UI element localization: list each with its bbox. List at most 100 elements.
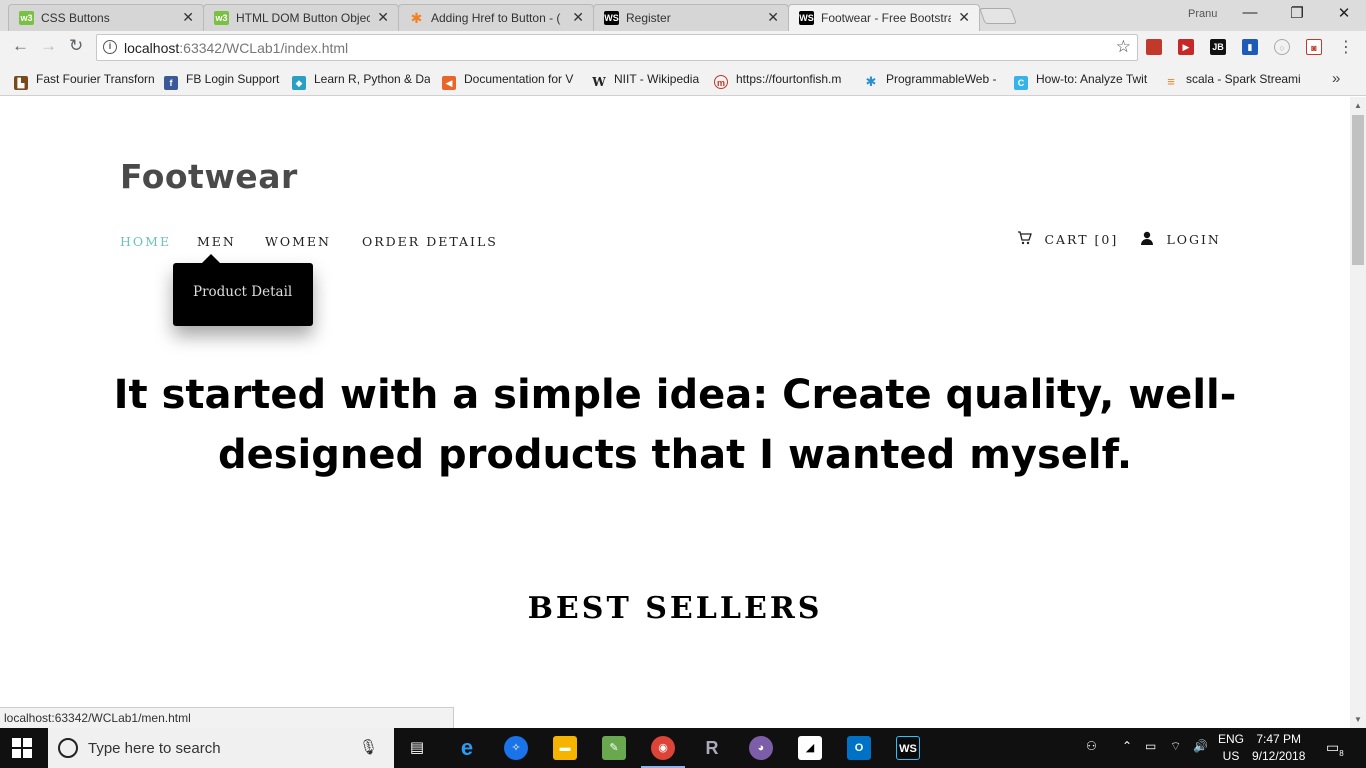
page-viewport: Footwear HOME MEN WOMEN ORDER DETAILS CA… <box>0 97 1350 728</box>
bookmark-item[interactable]: ✱ ProgrammableWeb - <box>864 72 1004 89</box>
url-host: localhost <box>124 40 180 56</box>
site-logo[interactable]: Footwear <box>120 157 298 196</box>
tab-adding-href[interactable]: ✱ Adding Href to Button - ( ✕ <box>398 4 594 31</box>
nav-women[interactable]: WOMEN <box>265 234 331 249</box>
extension-bookmark-icon[interactable] <box>1146 39 1162 55</box>
restore-icon[interactable]: ❐ <box>1277 4 1317 22</box>
bookmark-item[interactable]: m https://fourtonfish.m <box>714 72 854 89</box>
browser-tab-strip: w3 CSS Buttons ✕ w3 HTML DOM Button Obje… <box>0 0 1366 32</box>
nav-cart[interactable]: CART [0] <box>1017 231 1118 248</box>
task-view-icon[interactable]: ▤ <box>405 736 429 760</box>
webstorm-icon[interactable]: WS <box>896 736 920 760</box>
page-scrollbar[interactable]: ▲ ▼ <box>1350 97 1366 728</box>
close-icon[interactable]: ✕ <box>767 9 779 26</box>
bookmarks-bar: ▙ Fast Fourier Transforn f FB Login Suppor… <box>0 64 1366 96</box>
tab-title: CSS Buttons <box>41 11 110 25</box>
bookmark-item[interactable]: ▙ Fast Fourier Transforn <box>14 72 154 90</box>
forward-icon[interactable]: → <box>40 36 57 56</box>
extension-pocket-icon[interactable]: ◙ <box>1306 39 1322 55</box>
nav-home[interactable]: HOME <box>120 234 171 249</box>
github-icon[interactable]: ◕ <box>749 736 773 760</box>
profile-name[interactable]: Pranu <box>1188 8 1217 20</box>
outlook-icon[interactable]: O <box>847 736 871 760</box>
login-label: LOGIN <box>1166 232 1221 247</box>
stackoverflow-icon: ≡ <box>1167 74 1175 89</box>
close-icon[interactable]: ✕ <box>182 9 194 26</box>
link-status-bar: localhost:63342/WCLab1/men.html <box>0 707 454 728</box>
windows-taskbar: Type here to search 🎙 ▤ e ✧ ▬ ✎ ◉ R ◕ ◢ … <box>0 728 1366 768</box>
scroll-down-icon[interactable]: ▼ <box>1354 715 1362 724</box>
wifi-icon[interactable]: ⌔ <box>1170 739 1181 754</box>
file-explorer-icon[interactable]: ▬ <box>553 736 577 760</box>
r-icon[interactable]: R <box>700 736 724 760</box>
people-icon[interactable]: ⚇ <box>1086 739 1097 753</box>
tab-footwear[interactable]: WS Footwear - Free Bootstra ✕ <box>788 4 980 32</box>
tab-title: Footwear - Free Bootstra <box>821 11 951 25</box>
tray-chevron-icon[interactable]: ⌃ <box>1122 739 1132 753</box>
extension-play-icon[interactable]: ▶ <box>1178 39 1194 55</box>
asterisk-icon: ✱ <box>410 10 423 26</box>
more-bookmarks-icon[interactable]: » <box>1332 70 1340 87</box>
bookmark-label: Learn R, Python & Da <box>314 72 430 86</box>
tab-html-dom-button[interactable]: w3 HTML DOM Button Objec ✕ <box>203 4 399 31</box>
bookmark-item[interactable]: C How-to: Analyze Twit <box>1014 72 1154 90</box>
close-icon[interactable]: ✕ <box>377 9 389 26</box>
bookmark-star-icon[interactable]: ☆ <box>1116 37 1131 57</box>
wikipedia-icon: W <box>592 75 606 89</box>
minimize-icon[interactable]: — <box>1230 4 1270 21</box>
facebook-icon: f <box>164 76 178 90</box>
taskbar-clock[interactable]: 7:47 PM 9/12/2018 <box>1252 731 1305 765</box>
notepad-icon[interactable]: ✎ <box>602 736 626 760</box>
tab-register[interactable]: WS Register ✕ <box>593 4 789 31</box>
bookmark-item[interactable]: W NIIT - Wikipedia <box>592 72 706 89</box>
nav-order-details[interactable]: ORDER DETAILS <box>362 234 498 249</box>
safari-icon[interactable]: ✧ <box>504 736 528 760</box>
windows-start-icon[interactable] <box>12 738 34 758</box>
scroll-up-icon[interactable]: ▲ <box>1354 101 1362 110</box>
battery-icon[interactable]: ▭ <box>1145 739 1156 753</box>
back-icon[interactable]: ← <box>12 36 29 56</box>
w3schools-icon: w3 <box>214 11 229 25</box>
microphone-icon[interactable]: 🎙 <box>359 738 378 756</box>
menu-icon[interactable]: ⋮ <box>1338 37 1354 57</box>
new-tab-button[interactable] <box>979 8 1017 24</box>
url-text[interactable]: localhost:63342/WCLab1/index.html <box>124 40 348 56</box>
close-window-icon[interactable]: ✕ <box>1324 4 1364 22</box>
cart-label: CART [0] <box>1044 232 1119 247</box>
dropdown-item-product-detail[interactable]: Product Detail <box>193 284 292 300</box>
bookmark-item[interactable]: ◆ Learn R, Python & Da <box>292 72 430 90</box>
extension-jb-icon[interactable]: JB <box>1210 39 1226 55</box>
bookmark-item[interactable]: ≡ scala - Spark Streami <box>1164 72 1304 89</box>
bookmark-label: NIIT - Wikipedia <box>614 72 700 86</box>
search-placeholder: Type here to search <box>88 740 221 757</box>
reload-icon[interactable]: ↻ <box>69 36 83 56</box>
bookmark-label: Documentation for V <box>464 72 574 86</box>
extension-flag-icon[interactable]: ▮ <box>1242 39 1258 55</box>
language-indicator[interactable]: ENG US <box>1218 731 1244 765</box>
sticky-notes-icon[interactable]: ◢ <box>798 736 822 760</box>
taskbar-search-box[interactable]: Type here to search 🎙 <box>48 728 394 768</box>
notification-count: 8 <box>1339 748 1344 758</box>
close-icon[interactable]: ✕ <box>958 9 970 26</box>
scrollbar-thumb[interactable] <box>1352 115 1364 265</box>
chrome-icon[interactable]: ◉ <box>651 736 675 760</box>
w3schools-icon: w3 <box>19 11 34 25</box>
edge-icon[interactable]: e <box>455 736 479 760</box>
info-icon[interactable]: i <box>103 40 117 54</box>
extension-circle-icon[interactable]: ○ <box>1274 39 1290 55</box>
bookmark-item[interactable]: f FB Login Support <box>164 72 284 90</box>
bookmark-label: Fast Fourier Transforn <box>36 72 154 86</box>
address-bar[interactable]: i localhost:63342/WCLab1/index.html ☆ <box>96 34 1138 61</box>
bookmark-item[interactable]: ◀ Documentation for V <box>442 72 580 90</box>
clock-date: 9/12/2018 <box>1252 749 1306 763</box>
tab-title: HTML DOM Button Objec <box>236 11 370 25</box>
user-icon <box>1140 231 1160 248</box>
nav-men[interactable]: MEN <box>197 234 236 249</box>
nav-login[interactable]: LOGIN <box>1140 231 1221 248</box>
close-icon[interactable]: ✕ <box>572 9 584 26</box>
tab-css-buttons[interactable]: w3 CSS Buttons ✕ <box>8 4 204 31</box>
bookmark-label: scala - Spark Streami <box>1186 72 1301 86</box>
notification-icon[interactable]: ▭8 <box>1326 739 1344 758</box>
volume-icon[interactable]: 🔊 <box>1193 739 1208 753</box>
bookmark-label: https://fourtonfish.m <box>736 72 842 86</box>
